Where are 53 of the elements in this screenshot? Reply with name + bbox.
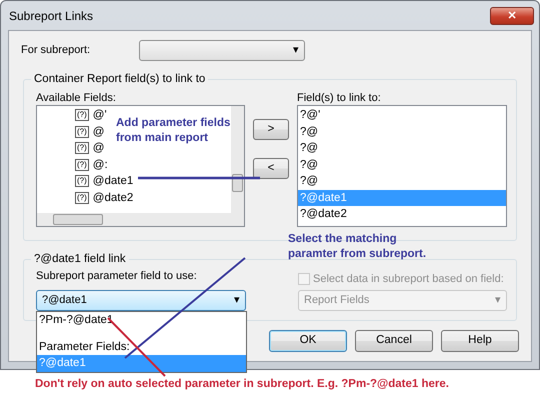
- list-item[interactable]: ?@': [298, 107, 506, 124]
- group-title: Container Report field(s) to link to: [31, 72, 208, 86]
- item-text: @': [92, 108, 107, 123]
- question-icon: (?): [75, 192, 89, 204]
- remove-button[interactable]: <: [253, 158, 289, 179]
- close-button[interactable]: ✕: [490, 6, 534, 24]
- item-text: @date2: [92, 190, 134, 206]
- list-item[interactable]: ?@: [298, 173, 506, 190]
- list-item[interactable]: (?) @: [73, 124, 104, 140]
- dropdown-arrow-icon: ▾: [234, 292, 240, 309]
- field-label: For subreport:: [21, 42, 92, 58]
- list-item[interactable]: (?) @': [73, 107, 107, 124]
- list-item[interactable]: (?) @date1: [73, 173, 134, 190]
- field-label: Subreport parameter field to use:: [36, 269, 198, 284]
- list-item[interactable]: ?@: [298, 156, 506, 173]
- item-text: @: [92, 141, 104, 156]
- window-title: Subreport Links: [9, 8, 94, 24]
- dropdown-arrow-icon: ▾: [495, 292, 501, 309]
- list-item[interactable]: ?@: [298, 124, 506, 140]
- item-text: @date1: [92, 174, 134, 189]
- list-label: Available Fields:: [36, 91, 117, 105]
- group-title: ?@date1 field link: [31, 252, 129, 266]
- list-item[interactable]: (?) @:: [73, 156, 108, 173]
- dropdown-value: ?@date1: [42, 293, 87, 308]
- linked-fields-list[interactable]: ?@' ?@ ?@ ?@ ?@ ?@date1 ?@date2: [297, 105, 507, 227]
- question-icon: (?): [75, 126, 89, 138]
- dialog-button[interactable]: Cancel: [355, 330, 433, 352]
- checkbox-label: Select data in subreport based on field:: [313, 272, 504, 287]
- item-text: @: [92, 124, 104, 140]
- question-icon: (?): [75, 175, 89, 188]
- question-icon: (?): [75, 109, 89, 122]
- list-item[interactable]: ?@: [298, 140, 506, 156]
- horizontal-scrollbar[interactable]: [37, 213, 244, 226]
- vertical-scrollbar[interactable]: [231, 106, 244, 213]
- add-button[interactable]: >: [253, 119, 289, 140]
- dialog-button[interactable]: Help: [441, 330, 519, 352]
- subreport-dropdown[interactable]: ▾: [139, 40, 305, 60]
- list-item[interactable]: ?@date2: [298, 206, 506, 222]
- annotation-text: Add parameter fields from main report: [116, 116, 230, 146]
- dropdown-arrow-icon: ▾: [293, 42, 299, 58]
- list-label: Field(s) to link to:: [297, 91, 382, 105]
- annotation-text: Select the matching paramter from subreport.: [288, 232, 426, 262]
- dialog-button[interactable]: OK: [269, 330, 347, 352]
- list-item[interactable]: (?) @: [73, 140, 104, 156]
- dropdown-header: Parameter Fields:: [38, 340, 131, 354]
- question-icon: (?): [75, 142, 89, 154]
- question-icon: (?): [75, 158, 89, 171]
- dropdown-value: Report Fields: [304, 293, 370, 308]
- list-item[interactable]: (?) @date2: [73, 190, 134, 206]
- annotation-text: Don't rely on auto selected parameter in subreport. E.g. ?Pm-?@date1 here.: [35, 377, 449, 392]
- dropdown-option[interactable]: ?Pm-?@date1: [37, 312, 246, 328]
- parameter-dropdown[interactable]: ?@date1 ▾: [36, 290, 246, 311]
- item-text: @:: [92, 158, 108, 172]
